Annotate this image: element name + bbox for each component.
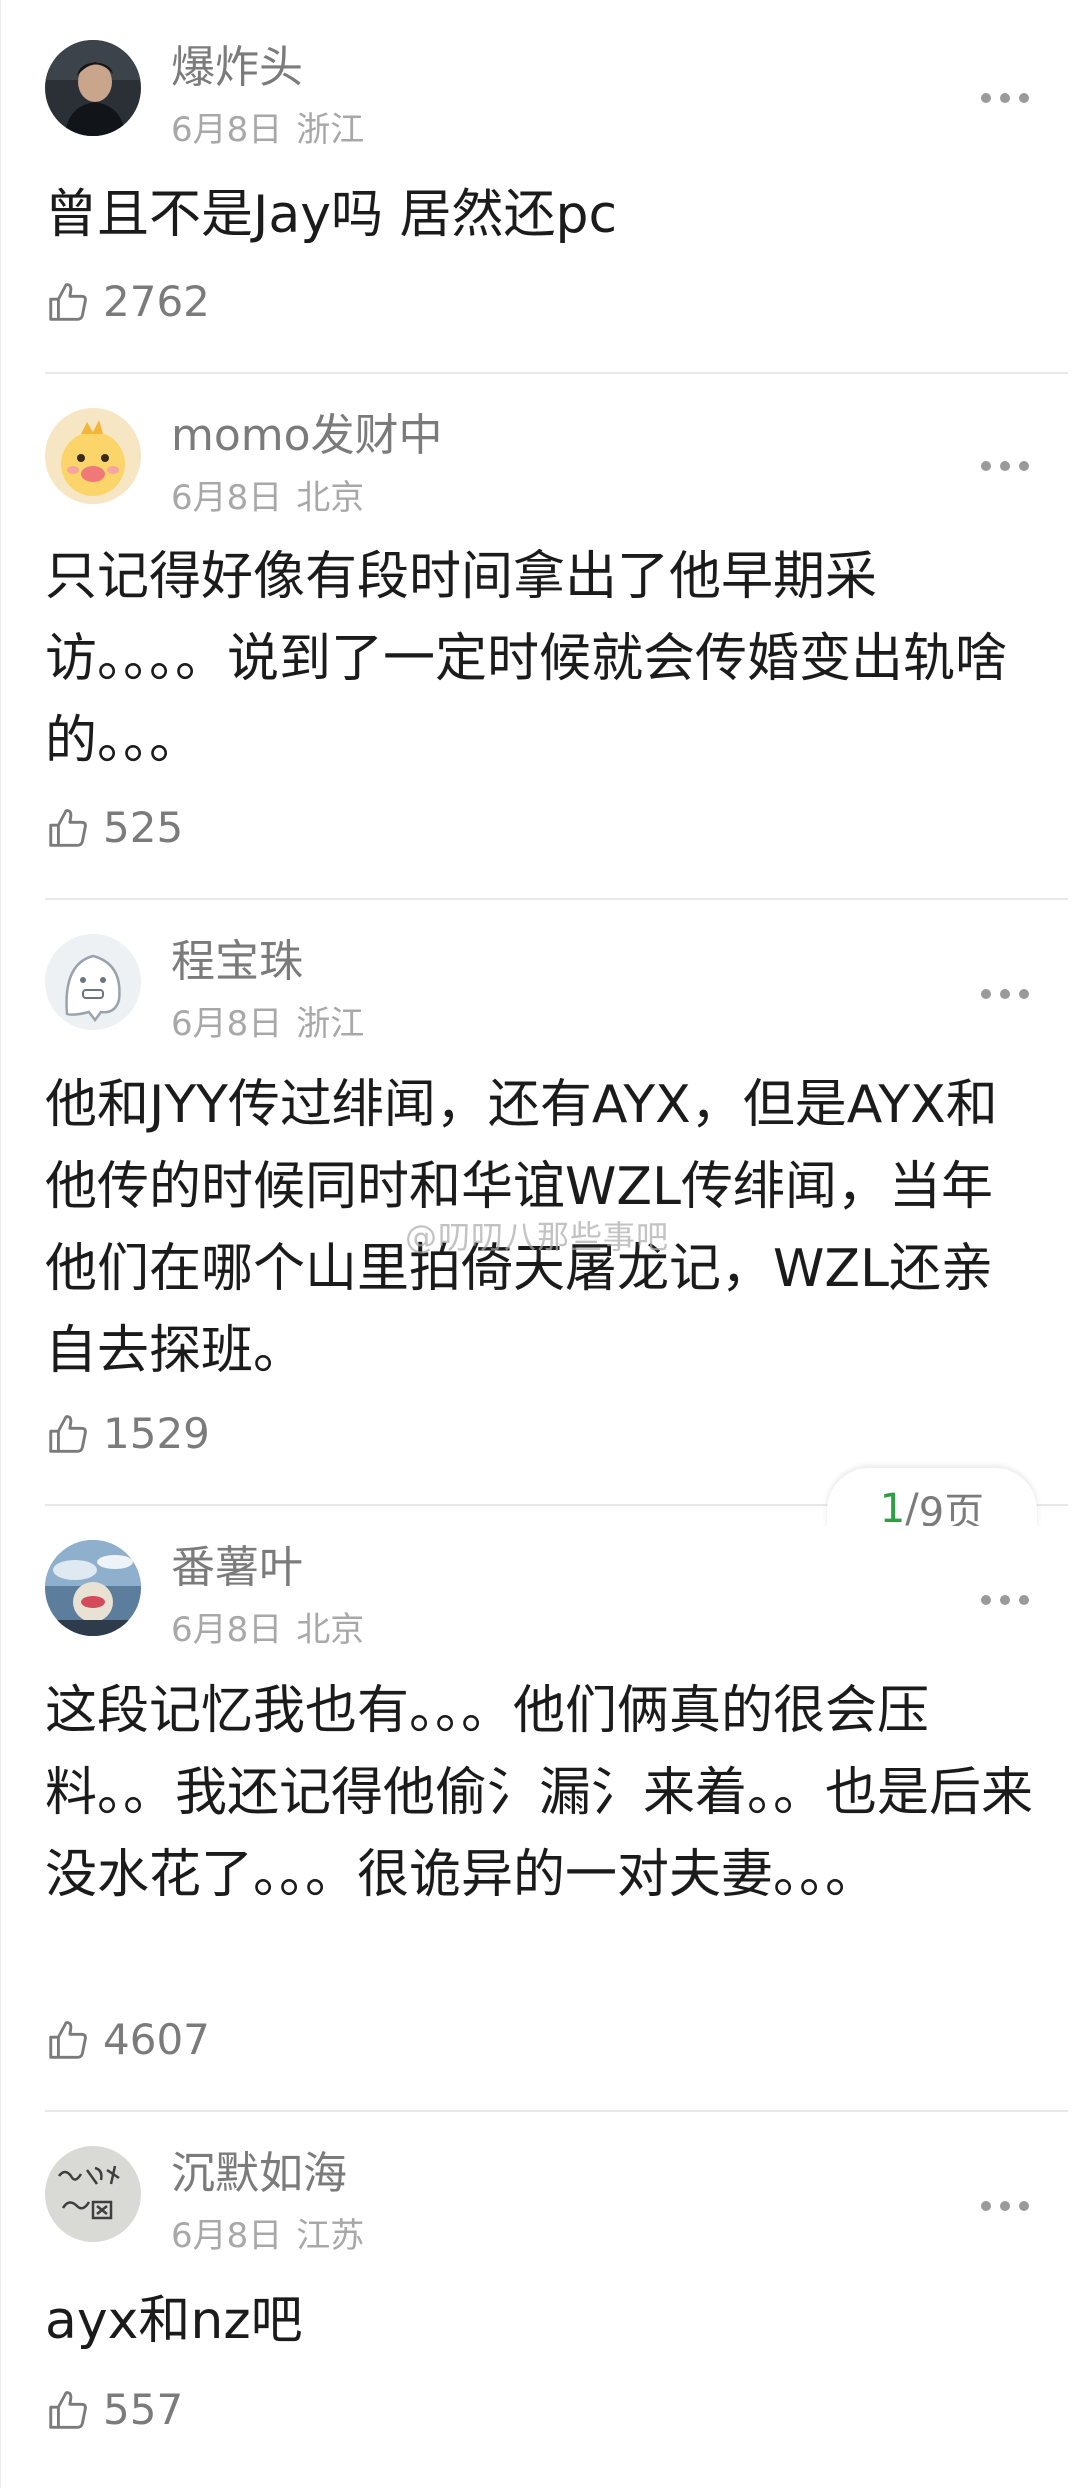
thumbs-up-icon	[49, 2391, 87, 2429]
divider	[45, 898, 1068, 900]
comment-date: 6月8日	[171, 1004, 283, 1044]
dot-icon	[981, 461, 991, 471]
dark-portrait-avatar-icon	[45, 40, 141, 136]
thumbs-up-icon	[49, 1415, 87, 1453]
dot-icon	[981, 93, 991, 103]
dot-icon	[1019, 2201, 1029, 2211]
comment-date: 6月8日	[171, 110, 283, 150]
thumbs-up-icon	[49, 2021, 87, 2059]
comment-meta: 6月8日 北京	[171, 476, 364, 520]
comment-meta: 6月8日 江苏	[171, 2214, 364, 2258]
comment-location: 北京	[296, 478, 365, 518]
dot-icon	[1000, 93, 1010, 103]
username[interactable]: 程宝珠	[171, 934, 303, 990]
dot-icon	[1000, 989, 1010, 999]
username[interactable]: 爆炸头	[171, 40, 303, 96]
comment-text: 只记得好像有段时间拿出了他早期采访。。。。说到了一定时候就会传婚变出轨啥的。。。	[45, 547, 1008, 771]
divider	[45, 2110, 1068, 2112]
comment-date: 6月8日	[171, 2216, 283, 2256]
user-avatar[interactable]	[45, 1540, 141, 1636]
more-options-button[interactable]	[981, 458, 1029, 474]
like-count: 4607	[103, 2015, 210, 2064]
like-count: 2762	[103, 277, 210, 326]
user-avatar[interactable]	[45, 934, 141, 1030]
comment-text: ayx和nz吧	[45, 2291, 303, 2351]
like-button[interactable]: 2762	[45, 274, 210, 330]
dot-icon	[1019, 1595, 1029, 1605]
watermark: @叨叨八那些事吧	[405, 1218, 670, 1256]
dot-icon	[1019, 93, 1029, 103]
dot-icon	[981, 2201, 991, 2211]
dot-icon	[981, 1595, 991, 1605]
comment-location: 浙江	[296, 1004, 365, 1044]
like-button[interactable]: 1529	[45, 1406, 210, 1462]
username[interactable]: 沉默如海	[171, 2146, 347, 2202]
comment-location: 浙江	[296, 110, 365, 150]
comment-text: 曾且不是Jay吗 居然还pc	[45, 185, 618, 245]
comment-meta: 6月8日 北京	[171, 1608, 364, 1652]
comment-feed: 爆炸头 6月8日 浙江 曾且不是Jay吗 居然还pc 2762 momo发财中 …	[0, 0, 1080, 2488]
divider	[45, 372, 1068, 374]
user-avatar[interactable]	[45, 408, 141, 504]
sky-photo-avatar-icon	[45, 1540, 141, 1636]
like-button[interactable]: 525	[45, 800, 183, 856]
username[interactable]: 番薯叶	[171, 1540, 303, 1596]
dot-icon	[1000, 461, 1010, 471]
comment-meta: 6月8日 浙江	[171, 1002, 364, 1046]
comment-text: 这段记忆我也有。。。他们俩真的很会压料。。我还记得他偷氵漏氵来着。。也是后来没水…	[45, 1681, 1034, 1905]
comment-meta: 6月8日 浙江	[171, 108, 364, 152]
like-button[interactable]: 557	[45, 2382, 183, 2438]
comment-location: 江苏	[296, 2216, 365, 2256]
more-options-button[interactable]	[981, 1592, 1029, 1608]
user-avatar[interactable]	[45, 40, 141, 136]
more-options-button[interactable]	[981, 986, 1029, 1002]
dot-icon	[1019, 989, 1029, 999]
dot-icon	[1019, 461, 1029, 471]
dot-icon	[1000, 2201, 1010, 2211]
more-options-button[interactable]	[981, 2198, 1029, 2214]
thumbs-up-icon	[49, 809, 87, 847]
user-avatar[interactable]	[45, 2146, 141, 2242]
username[interactable]: momo发财中	[171, 408, 443, 464]
more-options-button[interactable]	[981, 90, 1029, 106]
thumbs-up-icon	[49, 283, 87, 321]
comment-date: 6月8日	[171, 1610, 283, 1650]
cartoon-chick-avatar-icon	[45, 408, 141, 504]
comment-date: 6月8日	[171, 478, 283, 518]
like-count: 525	[103, 803, 184, 852]
like-count: 557	[103, 2385, 184, 2434]
cartoon-ghost-avatar-icon	[45, 934, 141, 1030]
page-indicator-mask	[819, 1526, 1045, 1556]
handwriting-avatar-icon	[45, 2146, 141, 2242]
comment-location: 北京	[296, 1610, 365, 1650]
dot-icon	[1000, 1595, 1010, 1605]
like-count: 1529	[103, 1409, 210, 1458]
like-button[interactable]: 4607	[45, 2012, 210, 2068]
dot-icon	[981, 989, 991, 999]
